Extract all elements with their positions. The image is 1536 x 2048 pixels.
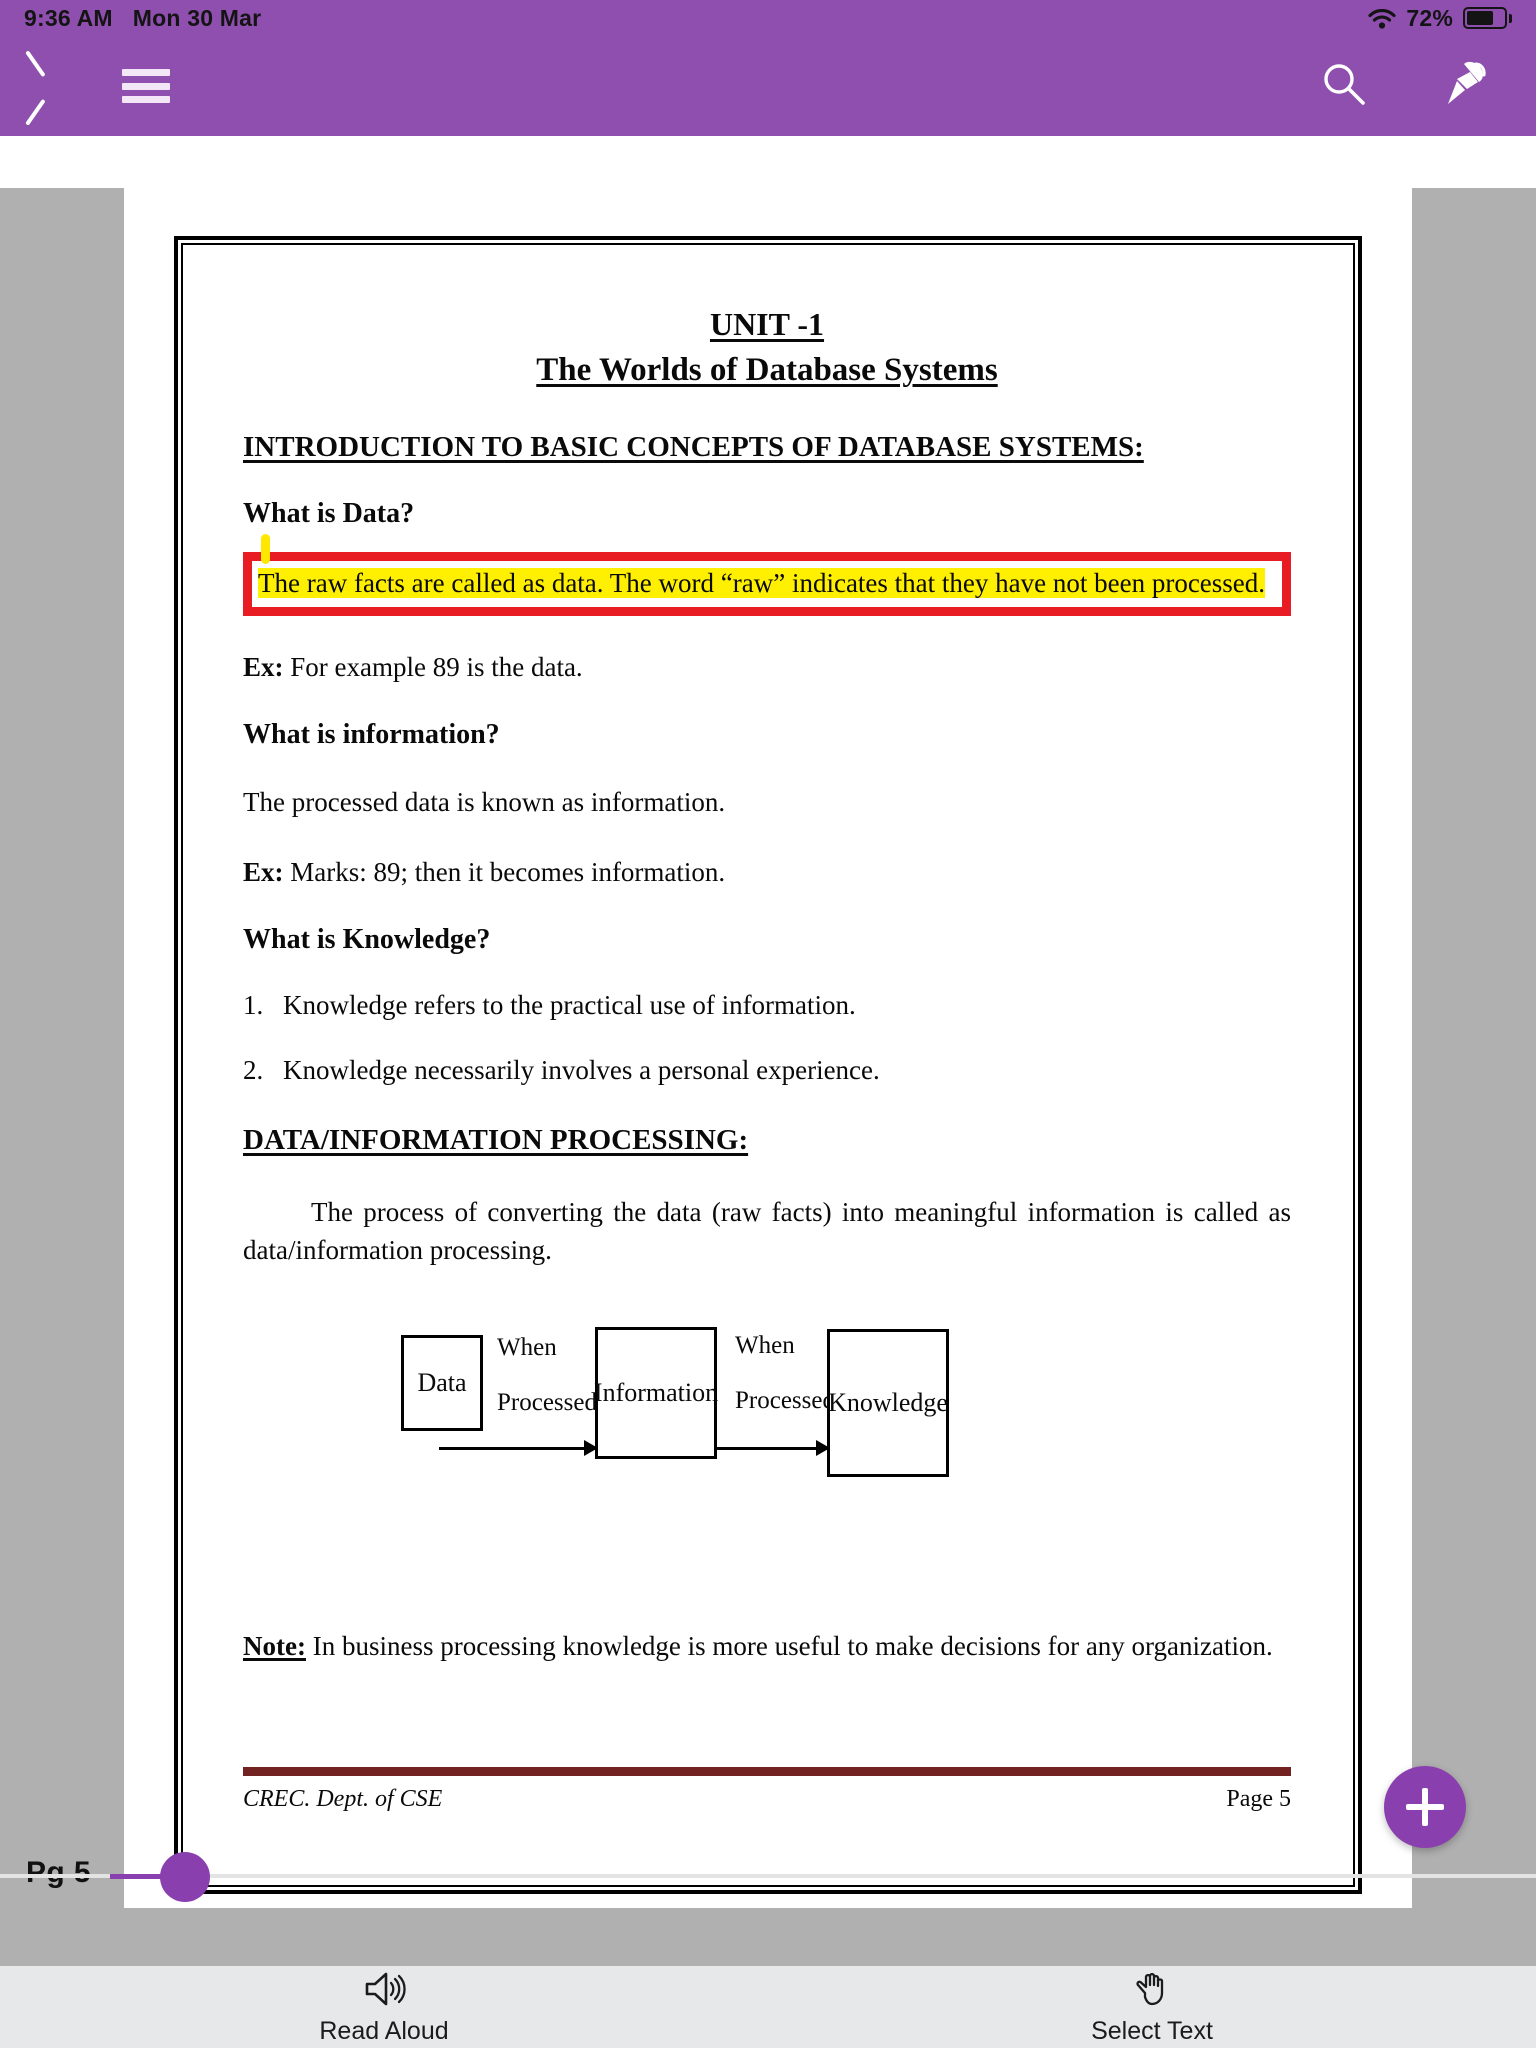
document-footer: CREC. Dept. of CSE Page 5 bbox=[243, 1767, 1291, 1813]
heading-what-is-knowledge: What is Knowledge? bbox=[243, 923, 491, 955]
diagram-arrow-2 bbox=[717, 1440, 830, 1457]
page-scrubber[interactable]: Pg 5 bbox=[0, 1844, 1536, 1908]
plus-icon bbox=[1406, 1788, 1444, 1826]
nav-left-group bbox=[36, 60, 170, 112]
diagram-box-data-label: Data bbox=[417, 1368, 467, 1398]
example-data-label: Ex: bbox=[243, 652, 284, 683]
highlight-tick-mark bbox=[261, 533, 270, 564]
read-aloud-label: Read Aloud bbox=[319, 2016, 449, 2045]
heading-what-is-data: What is Data? bbox=[243, 497, 415, 529]
heading-data-information-processing: DATA/INFORMATION PROCESSING: bbox=[243, 1123, 749, 1156]
heading-introduction: INTRODUCTION TO BASIC CONCEPTS OF DATABA… bbox=[243, 430, 1144, 463]
highlighted-annotation[interactable]: The raw facts are called as data. The wo… bbox=[243, 533, 1291, 617]
diagram-box-data: Data bbox=[401, 1335, 483, 1432]
diagram-label-1-line-1: When bbox=[497, 1334, 557, 1362]
title-line-2: The Worlds of Database Systems bbox=[536, 352, 998, 389]
footer-page-number: Page 5 bbox=[1226, 1786, 1291, 1812]
top-nav-bar bbox=[0, 36, 1536, 136]
hand-pointer-icon bbox=[1132, 1969, 1172, 2009]
list-item-number: 1. bbox=[243, 989, 264, 1020]
scrubber-track[interactable] bbox=[0, 1874, 1536, 1878]
select-text-button[interactable]: Select Text bbox=[768, 1969, 1536, 2046]
page-inner-border: UNIT -1 The Worlds of Database Systems I… bbox=[181, 243, 1355, 1887]
diagram-label-when-processed-2: When Processed bbox=[735, 1333, 835, 1413]
search-icon[interactable] bbox=[1318, 58, 1370, 115]
nav-right-group bbox=[1318, 58, 1500, 115]
reader-top-strip bbox=[0, 136, 1536, 188]
page-sheet: UNIT -1 The Worlds of Database Systems I… bbox=[124, 188, 1412, 1908]
battery-percent-label: 72% bbox=[1406, 4, 1453, 31]
highlighted-text: The raw facts are called as data. The wo… bbox=[258, 567, 1266, 598]
app-screen: 9:36 AM Mon 30 Mar 72% UNIT -1 The World… bbox=[0, 0, 1536, 2048]
speaker-icon bbox=[361, 1969, 407, 2009]
list-item-text: Knowledge necessarily involves a persona… bbox=[283, 1054, 880, 1085]
wifi-icon bbox=[1368, 8, 1396, 29]
diagram-label-2-line-1: When bbox=[735, 1332, 795, 1360]
status-time: 9:36 AM bbox=[24, 4, 113, 31]
add-button[interactable] bbox=[1384, 1766, 1466, 1848]
diagram-label-2-line-2: Processed bbox=[735, 1387, 835, 1415]
battery-icon bbox=[1463, 7, 1512, 29]
diagram-box-knowledge: Knowledge bbox=[827, 1329, 949, 1478]
footer-left-text: CREC. Dept. of CSE bbox=[243, 1786, 443, 1812]
processing-paragraph: The process of converting the data (raw … bbox=[243, 1193, 1291, 1270]
diagram-box-information: Information bbox=[593, 1327, 719, 1460]
processing-paragraph-text: The process of converting the data (raw … bbox=[243, 1196, 1291, 1265]
information-definition: The processed data is known as informati… bbox=[243, 787, 726, 818]
example-information: Ex: Marks: 89; then it becomes informati… bbox=[243, 855, 1291, 890]
red-box-annotation: The raw facts are called as data. The wo… bbox=[243, 551, 1291, 617]
pushpin-icon[interactable] bbox=[1434, 58, 1490, 115]
example-information-text: Marks: 89; then it becomes information. bbox=[283, 856, 726, 887]
diagram-label-1-line-2: Processed bbox=[497, 1389, 597, 1417]
footer-rule bbox=[243, 1767, 1291, 1776]
list-item-number: 2. bbox=[243, 1054, 264, 1085]
example-data: Ex: For example 89 is the data. bbox=[243, 650, 1291, 685]
example-data-text: For example 89 is the data. bbox=[283, 652, 583, 683]
read-aloud-button[interactable]: Read Aloud bbox=[0, 1969, 768, 2046]
note-text: In business processing knowledge is more… bbox=[305, 1631, 1273, 1662]
dik-flow-diagram: Data When Processed Information When Pro… bbox=[243, 1325, 1291, 1595]
footer-row: CREC. Dept. of CSE Page 5 bbox=[243, 1786, 1291, 1813]
list-item-text: Knowledge refers to the practical use of… bbox=[283, 989, 856, 1020]
diagram-box-information-label: Information bbox=[593, 1378, 719, 1408]
diagram-arrow-1 bbox=[439, 1440, 598, 1457]
hamburger-menu-icon[interactable] bbox=[122, 69, 170, 103]
document-content: UNIT -1 The Worlds of Database Systems I… bbox=[183, 245, 1353, 1885]
title-line-1: UNIT -1 bbox=[709, 306, 825, 342]
status-bar: 9:36 AM Mon 30 Mar 72% bbox=[0, 0, 1536, 36]
reader-area[interactable]: UNIT -1 The Worlds of Database Systems I… bbox=[0, 136, 1536, 1966]
list-item: 2. Knowledge necessarily involves a pers… bbox=[243, 1055, 1291, 1086]
page-outer-border: UNIT -1 The Worlds of Database Systems I… bbox=[174, 236, 1362, 1894]
note-paragraph: Note: In business processing knowledge i… bbox=[243, 1629, 1291, 1664]
status-indicators: 72% bbox=[1368, 5, 1512, 32]
document-title: UNIT -1 The Worlds of Database Systems bbox=[243, 303, 1291, 393]
scrubber-handle[interactable] bbox=[160, 1852, 210, 1902]
chevron-left-icon[interactable] bbox=[36, 60, 70, 112]
list-item: 1. Knowledge refers to the practical use… bbox=[243, 990, 1291, 1021]
select-text-label: Select Text bbox=[1091, 2016, 1213, 2045]
diagram-label-when-processed-1: When Processed bbox=[497, 1335, 597, 1415]
bottom-toolbar: Read Aloud Select Text bbox=[0, 1966, 1536, 2048]
note-label: Note: bbox=[243, 1631, 306, 1662]
diagram-box-knowledge-label: Knowledge bbox=[828, 1388, 948, 1418]
example-information-label: Ex: bbox=[243, 856, 284, 887]
page-indicator-label: Pg 5 bbox=[26, 1856, 91, 1889]
status-date: Mon 30 Mar bbox=[132, 4, 262, 31]
heading-what-is-information: What is information? bbox=[243, 719, 500, 751]
